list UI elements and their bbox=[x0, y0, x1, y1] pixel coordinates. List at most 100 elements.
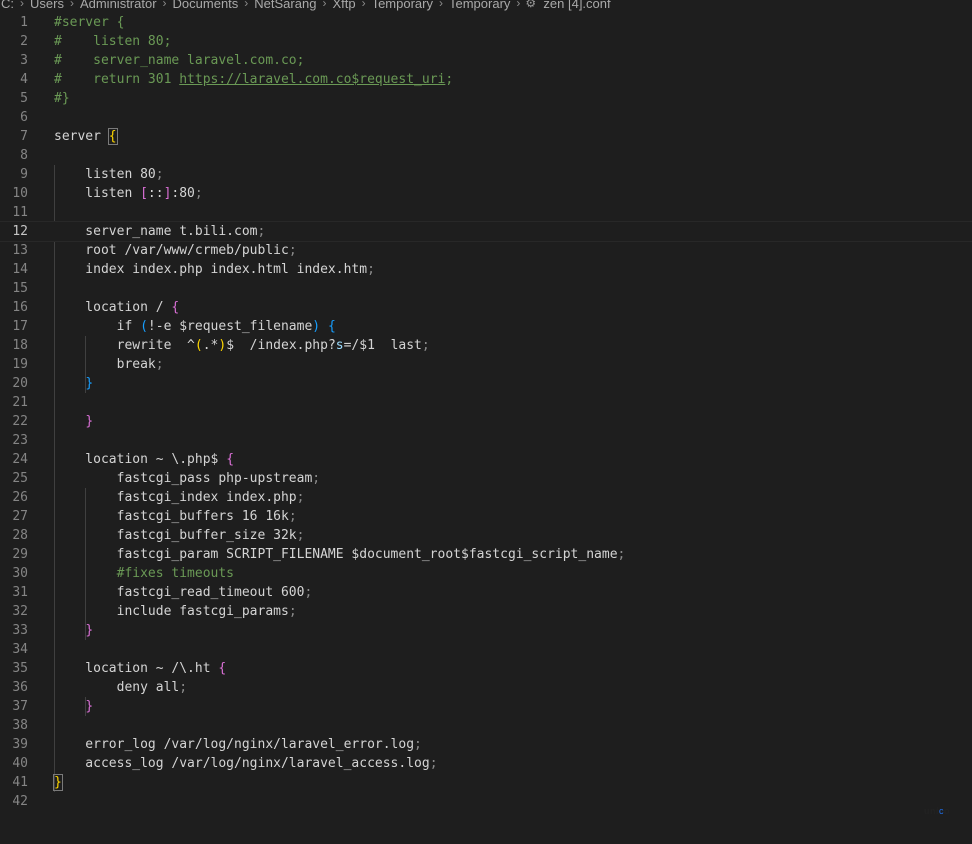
code-text: root /var/www/crmeb/public; bbox=[54, 241, 297, 260]
code-line[interactable]: 10 listen [::]:80; bbox=[0, 184, 972, 203]
breadcrumb-item[interactable]: Xftp bbox=[331, 0, 356, 11]
breadcrumb-item[interactable]: Users bbox=[29, 0, 65, 11]
code-token: location / bbox=[54, 300, 172, 315]
code-token: :80 bbox=[171, 186, 195, 201]
breadcrumb-item[interactable]: Administrator bbox=[79, 0, 158, 11]
code-token: ; bbox=[288, 509, 297, 524]
line-number: 40 bbox=[12, 756, 28, 771]
line-number: 30 bbox=[12, 566, 28, 581]
code-token: [ bbox=[140, 186, 148, 201]
line-number: 2 bbox=[20, 34, 28, 49]
code-line[interactable]: 32 include fastcgi_params; bbox=[0, 602, 972, 621]
code-token: fastcgi_index index.php bbox=[54, 490, 297, 505]
code-line[interactable]: 40 access_log /var/log/nginx/laravel_acc… bbox=[0, 754, 972, 773]
code-token: { bbox=[327, 319, 336, 334]
code-line[interactable]: 34 bbox=[0, 640, 972, 659]
code-line[interactable]: 30 #fixes timeouts bbox=[0, 564, 972, 583]
code-token: } bbox=[85, 376, 94, 391]
code-line[interactable]: 24 location ~ \.php$ { bbox=[0, 450, 972, 469]
breadcrumb-separator-icon: › bbox=[20, 0, 24, 10]
code-text: location ~ /\.ht { bbox=[54, 659, 226, 678]
line-number: 11 bbox=[12, 205, 28, 220]
breadcrumb-item[interactable]: Temporary bbox=[448, 0, 511, 11]
code-line[interactable]: 8 bbox=[0, 146, 972, 165]
code-text: listen [::]:80; bbox=[54, 184, 202, 203]
code-token: ; bbox=[312, 471, 321, 486]
code-line[interactable]: 5 #} bbox=[0, 89, 972, 108]
code-text: server_name t.bili.com; bbox=[54, 222, 265, 241]
watermark-text: uni bbox=[924, 806, 939, 816]
code-line[interactable]: 36 deny all; bbox=[0, 678, 972, 697]
line-number: 4 bbox=[20, 72, 28, 87]
code-line[interactable]: 2 # listen 80; bbox=[0, 32, 972, 51]
code-line[interactable]: 23 bbox=[0, 431, 972, 450]
code-line[interactable]: 29 fastcgi_param SCRIPT_FILENAME $docume… bbox=[0, 545, 972, 564]
code-token: index index.php index.html index.htm bbox=[54, 262, 368, 277]
code-line[interactable]: 41} bbox=[0, 773, 972, 792]
code-line[interactable]: 4 # return 301 https://laravel.com.co$req… bbox=[0, 70, 972, 89]
code-token: listen 80 bbox=[54, 167, 156, 182]
code-line[interactable]: 39 error_log /var/log/nginx/laravel_erro… bbox=[0, 735, 972, 754]
breadcrumb-item[interactable]: NetSarang bbox=[253, 0, 317, 11]
code-line[interactable]: 3 # server_name laravel.com.co; bbox=[0, 51, 972, 70]
code-line[interactable]: 7 server { bbox=[0, 127, 972, 146]
breadcrumb-separator-icon: › bbox=[438, 0, 443, 10]
code-line[interactable]: 15 bbox=[0, 279, 972, 298]
code-token: ; bbox=[155, 357, 164, 372]
code-editor[interactable]: 1 #server { 2 # listen 80; 3 # server_name la… bbox=[0, 13, 972, 813]
code-line[interactable]: 22 } bbox=[0, 412, 972, 431]
code-text: #fixes timeouts bbox=[54, 564, 234, 583]
code-line[interactable]: 31 fastcgi_read_timeout 600; bbox=[0, 583, 972, 602]
breadcrumb-item[interactable]: zen [4].conf bbox=[542, 0, 611, 11]
code-line[interactable]: 12 server_name t.bili.com; bbox=[0, 221, 972, 242]
line-number: 20 bbox=[12, 376, 28, 391]
code-text: # listen 80; bbox=[54, 32, 171, 51]
code-token: access_log /var/log/nginx/laravel_access… bbox=[54, 756, 430, 771]
code-text: access_log /var/log/nginx/laravel_access… bbox=[54, 754, 438, 773]
code-line[interactable]: 27 fastcgi_buffers 16 16k; bbox=[0, 507, 972, 526]
line-number: 24 bbox=[12, 452, 28, 467]
code-token: #server { bbox=[54, 15, 125, 30]
code-line[interactable]: 37 } bbox=[0, 697, 972, 716]
code-token: .* bbox=[202, 338, 219, 353]
code-token: } bbox=[53, 774, 63, 791]
code-line[interactable]: 17 if (!-e $request_filename) { bbox=[0, 317, 972, 336]
code-token: ( bbox=[140, 319, 148, 334]
breadcrumb-item[interactable]: C: bbox=[0, 0, 15, 11]
breadcrumb-separator-icon: › bbox=[322, 0, 327, 10]
code-line[interactable]: 42 bbox=[0, 792, 972, 811]
code-line[interactable]: 35 location ~ /\.ht { bbox=[0, 659, 972, 678]
code-line[interactable]: 25 fastcgi_pass php-upstream; bbox=[0, 469, 972, 488]
code-text: error_log /var/log/nginx/laravel_error.l… bbox=[54, 735, 422, 754]
code-token: server_name t.bili.com bbox=[54, 224, 258, 239]
code-line[interactable]: 21 bbox=[0, 393, 972, 412]
code-token: ; bbox=[304, 585, 313, 600]
breadcrumb-item[interactable]: Temporary bbox=[371, 0, 434, 11]
code-line[interactable]: 6 bbox=[0, 108, 972, 127]
code-text: index index.php index.html index.htm; bbox=[54, 260, 375, 279]
code-token[interactable]: https://laravel.com.co$request_uri bbox=[179, 72, 445, 87]
code-line[interactable]: 33 } bbox=[0, 621, 972, 640]
code-line[interactable]: 26 fastcgi_index index.php; bbox=[0, 488, 972, 507]
code-line[interactable]: 16 location / { bbox=[0, 298, 972, 317]
code-line[interactable]: 20 } bbox=[0, 374, 972, 393]
code-line[interactable]: 28 fastcgi_buffer_size 32k; bbox=[0, 526, 972, 545]
line-number: 3 bbox=[20, 53, 28, 68]
breadcrumb-separator-icon: › bbox=[361, 0, 366, 10]
line-number: 27 bbox=[12, 509, 28, 524]
code-line[interactable]: 38 bbox=[0, 716, 972, 735]
code-line[interactable]: 18 rewrite ^(.*)$ /index.php?s=/$1 last; bbox=[0, 336, 972, 355]
code-token: { bbox=[171, 300, 180, 315]
code-line[interactable]: 13 root /var/www/crmeb/public; bbox=[0, 241, 972, 260]
breadcrumb-item[interactable]: Documents bbox=[172, 0, 240, 11]
code-line[interactable]: 1 #server { bbox=[0, 13, 972, 32]
line-number: 10 bbox=[12, 186, 28, 201]
code-token: ; bbox=[288, 243, 297, 258]
code-text: rewrite ^(.*)$ /index.php?s=/$1 last; bbox=[54, 336, 430, 355]
code-token: ; bbox=[429, 756, 438, 771]
breadcrumb-separator-icon: › bbox=[244, 0, 249, 10]
code-line[interactable]: 9 listen 80; bbox=[0, 165, 972, 184]
code-line[interactable]: 19 break; bbox=[0, 355, 972, 374]
code-line[interactable]: 14 index index.php index.html index.htm; bbox=[0, 260, 972, 279]
code-line[interactable]: 11 bbox=[0, 203, 972, 222]
